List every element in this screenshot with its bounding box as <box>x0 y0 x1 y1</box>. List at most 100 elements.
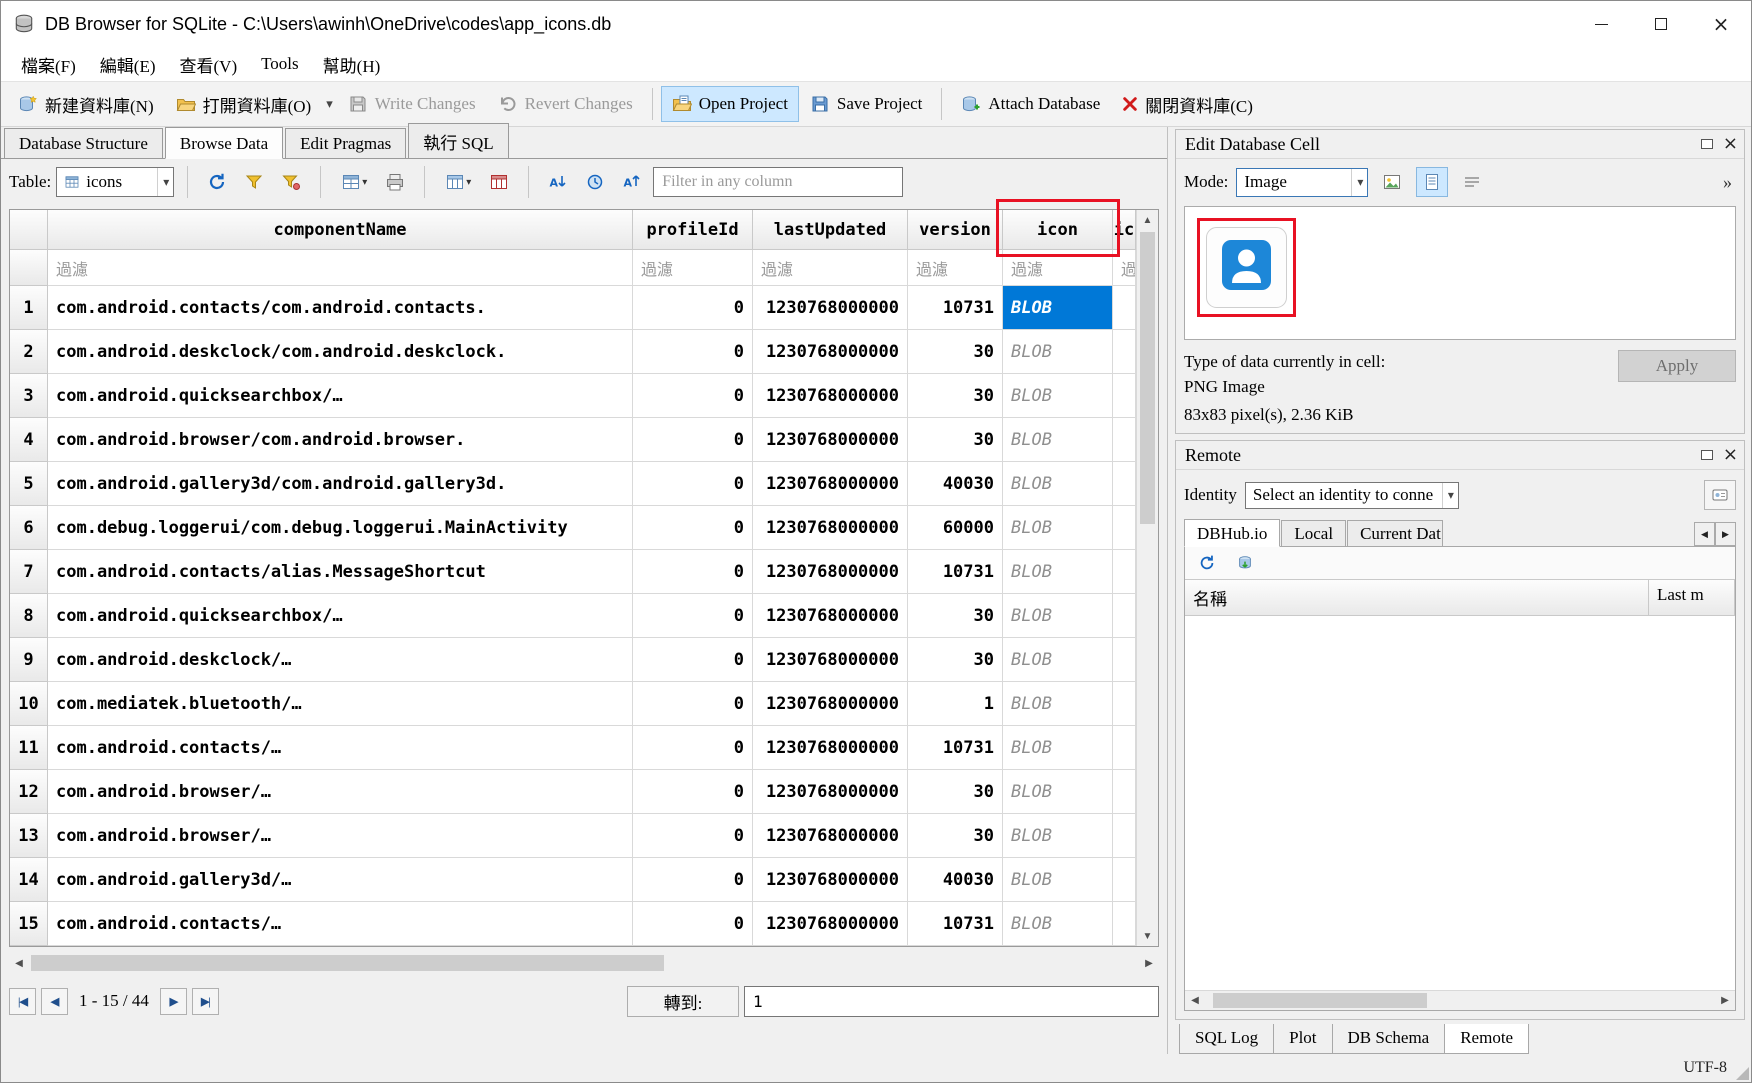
cell-icon[interactable]: BLOB <box>1003 330 1113 374</box>
cell-partial[interactable] <box>1113 594 1136 638</box>
cell-icon[interactable]: BLOB <box>1003 902 1113 946</box>
cell-partial[interactable] <box>1113 374 1136 418</box>
vertical-scrollbar[interactable]: ▲ ▼ <box>1136 210 1158 946</box>
cell-version[interactable]: 60000 <box>908 506 1003 550</box>
row-number[interactable]: 2 <box>10 330 48 374</box>
cell-lastUpdated[interactable]: 1230768000000 <box>753 902 908 946</box>
record-jump-button[interactable] <box>579 167 611 197</box>
cell-componentName[interactable]: com.android.gallery3d/com.android.galler… <box>48 462 633 506</box>
cell-lastUpdated[interactable]: 1230768000000 <box>753 770 908 814</box>
first-page-button[interactable]: |◀ <box>9 988 36 1015</box>
horizontal-scroll-thumb[interactable] <box>31 955 664 971</box>
column-header-profileId[interactable]: profileId <box>633 210 753 250</box>
cell-partial[interactable] <box>1113 418 1136 462</box>
open-database-button[interactable]: 打開資料庫(O) <box>165 84 323 125</box>
tab-db-schema[interactable]: DB Schema <box>1332 1024 1446 1054</box>
cell-icon[interactable]: BLOB <box>1003 418 1113 462</box>
cell-partial[interactable] <box>1113 330 1136 374</box>
remote-column-last-modified[interactable]: Last m <box>1649 580 1735 616</box>
sort-asc-button[interactable]: A <box>542 167 574 197</box>
cell-version[interactable]: 30 <box>908 814 1003 858</box>
cell-partial[interactable] <box>1113 814 1136 858</box>
cell-lastUpdated[interactable]: 1230768000000 <box>753 682 908 726</box>
cell-partial[interactable] <box>1113 858 1136 902</box>
tab-execute-sql[interactable]: 執行 SQL <box>408 123 508 158</box>
open-database-dropdown[interactable]: ▾ <box>322 89 337 119</box>
row-number[interactable]: 13 <box>10 814 48 858</box>
remote-tab-current-database[interactable]: Current Dat <box>1347 520 1443 546</box>
cell-version[interactable]: 30 <box>908 418 1003 462</box>
cell-componentName[interactable]: com.android.browser/… <box>48 770 633 814</box>
table-row[interactable]: 8 com.android.quicksearchbox/… 0 1230768… <box>10 594 1136 638</box>
apply-button[interactable]: Apply <box>1618 350 1736 382</box>
minimize-button[interactable] <box>1571 1 1631 47</box>
new-database-button[interactable]: 新建資料庫(N) <box>7 84 165 125</box>
cell-lastUpdated[interactable]: 1230768000000 <box>753 594 908 638</box>
cell-version[interactable]: 40030 <box>908 462 1003 506</box>
scroll-right-button[interactable]: ▶ <box>1715 991 1735 1010</box>
cell-lastUpdated[interactable]: 1230768000000 <box>753 462 908 506</box>
row-number[interactable]: 7 <box>10 550 48 594</box>
attach-database-button[interactable]: Attach Database <box>950 86 1111 122</box>
goto-record-input[interactable] <box>744 986 1159 1017</box>
row-number[interactable]: 15 <box>10 902 48 946</box>
cell-profileId[interactable]: 0 <box>633 858 753 902</box>
resize-grip-icon[interactable] <box>1736 1067 1749 1080</box>
remote-scroll-track[interactable] <box>1205 991 1715 1010</box>
cell-componentName[interactable]: com.android.contacts/… <box>48 726 633 770</box>
cell-componentName[interactable]: com.android.gallery3d/… <box>48 858 633 902</box>
cell-version[interactable]: 10731 <box>908 550 1003 594</box>
dock-float-icon[interactable] <box>1701 450 1713 460</box>
tab-plot[interactable]: Plot <box>1273 1024 1332 1054</box>
table-row[interactable]: 11 com.android.contacts/… 0 123076800000… <box>10 726 1136 770</box>
cell-icon[interactable]: BLOB <box>1003 286 1113 330</box>
row-number[interactable]: 11 <box>10 726 48 770</box>
remote-column-name[interactable]: 名稱 <box>1185 580 1649 616</box>
dock-close-icon[interactable]: × <box>1723 135 1738 153</box>
import-data-button[interactable] <box>1376 167 1408 197</box>
cell-profileId[interactable]: 0 <box>633 418 753 462</box>
filter-version[interactable]: 過濾 <box>908 250 1003 286</box>
table-row[interactable]: 3 com.android.quicksearchbox/… 0 1230768… <box>10 374 1136 418</box>
tab-scroll-right-button[interactable]: ▶ <box>1715 522 1736 546</box>
manage-identities-button[interactable] <box>1704 480 1736 510</box>
remote-tab-local[interactable]: Local <box>1281 520 1346 546</box>
cell-partial[interactable] <box>1113 506 1136 550</box>
tab-remote[interactable]: Remote <box>1444 1024 1529 1054</box>
cell-componentName[interactable]: com.android.deskclock/com.android.deskcl… <box>48 330 633 374</box>
scroll-up-button[interactable]: ▲ <box>1137 210 1158 230</box>
save-filter-button[interactable] <box>275 167 307 197</box>
cell-profileId[interactable]: 0 <box>633 726 753 770</box>
next-page-button[interactable]: ▶ <box>160 988 187 1015</box>
cell-profileId[interactable]: 0 <box>633 682 753 726</box>
cell-profileId[interactable]: 0 <box>633 462 753 506</box>
column-header-partial[interactable]: ic <box>1113 210 1136 250</box>
cell-lastUpdated[interactable]: 1230768000000 <box>753 550 908 594</box>
cell-icon[interactable]: BLOB <box>1003 770 1113 814</box>
table-row[interactable]: 5 com.android.gallery3d/com.android.gall… <box>10 462 1136 506</box>
column-header-version[interactable]: version <box>908 210 1003 250</box>
goto-button[interactable]: 轉到: <box>627 986 739 1017</box>
menu-help[interactable]: 幫助(H) <box>311 48 393 81</box>
cell-componentName[interactable]: com.android.contacts/com.android.contact… <box>48 286 633 330</box>
cell-lastUpdated[interactable]: 1230768000000 <box>753 506 908 550</box>
cell-partial[interactable] <box>1113 682 1136 726</box>
cell-partial[interactable] <box>1113 770 1136 814</box>
cell-version[interactable]: 30 <box>908 770 1003 814</box>
cell-partial[interactable] <box>1113 638 1136 682</box>
cell-profileId[interactable]: 0 <box>633 594 753 638</box>
new-record-button[interactable]: ▾ <box>438 167 478 197</box>
filter-componentName[interactable]: 過濾 <box>48 250 633 286</box>
table-select[interactable]: icons ▾ <box>56 167 174 197</box>
cell-lastUpdated[interactable]: 1230768000000 <box>753 858 908 902</box>
cell-lastUpdated[interactable]: 1230768000000 <box>753 726 908 770</box>
cell-version[interactable]: 30 <box>908 374 1003 418</box>
filter-any-column-input[interactable] <box>653 167 903 197</box>
cell-icon[interactable]: BLOB <box>1003 858 1113 902</box>
menu-tools[interactable]: Tools <box>249 50 311 78</box>
cell-profileId[interactable]: 0 <box>633 638 753 682</box>
cell-componentName[interactable]: com.android.quicksearchbox/… <box>48 594 633 638</box>
dock-close-icon[interactable]: × <box>1723 446 1738 464</box>
cell-componentName[interactable]: com.android.contacts/alias.MessageShortc… <box>48 550 633 594</box>
table-row[interactable]: 6 com.debug.loggerui/com.debug.loggerui.… <box>10 506 1136 550</box>
